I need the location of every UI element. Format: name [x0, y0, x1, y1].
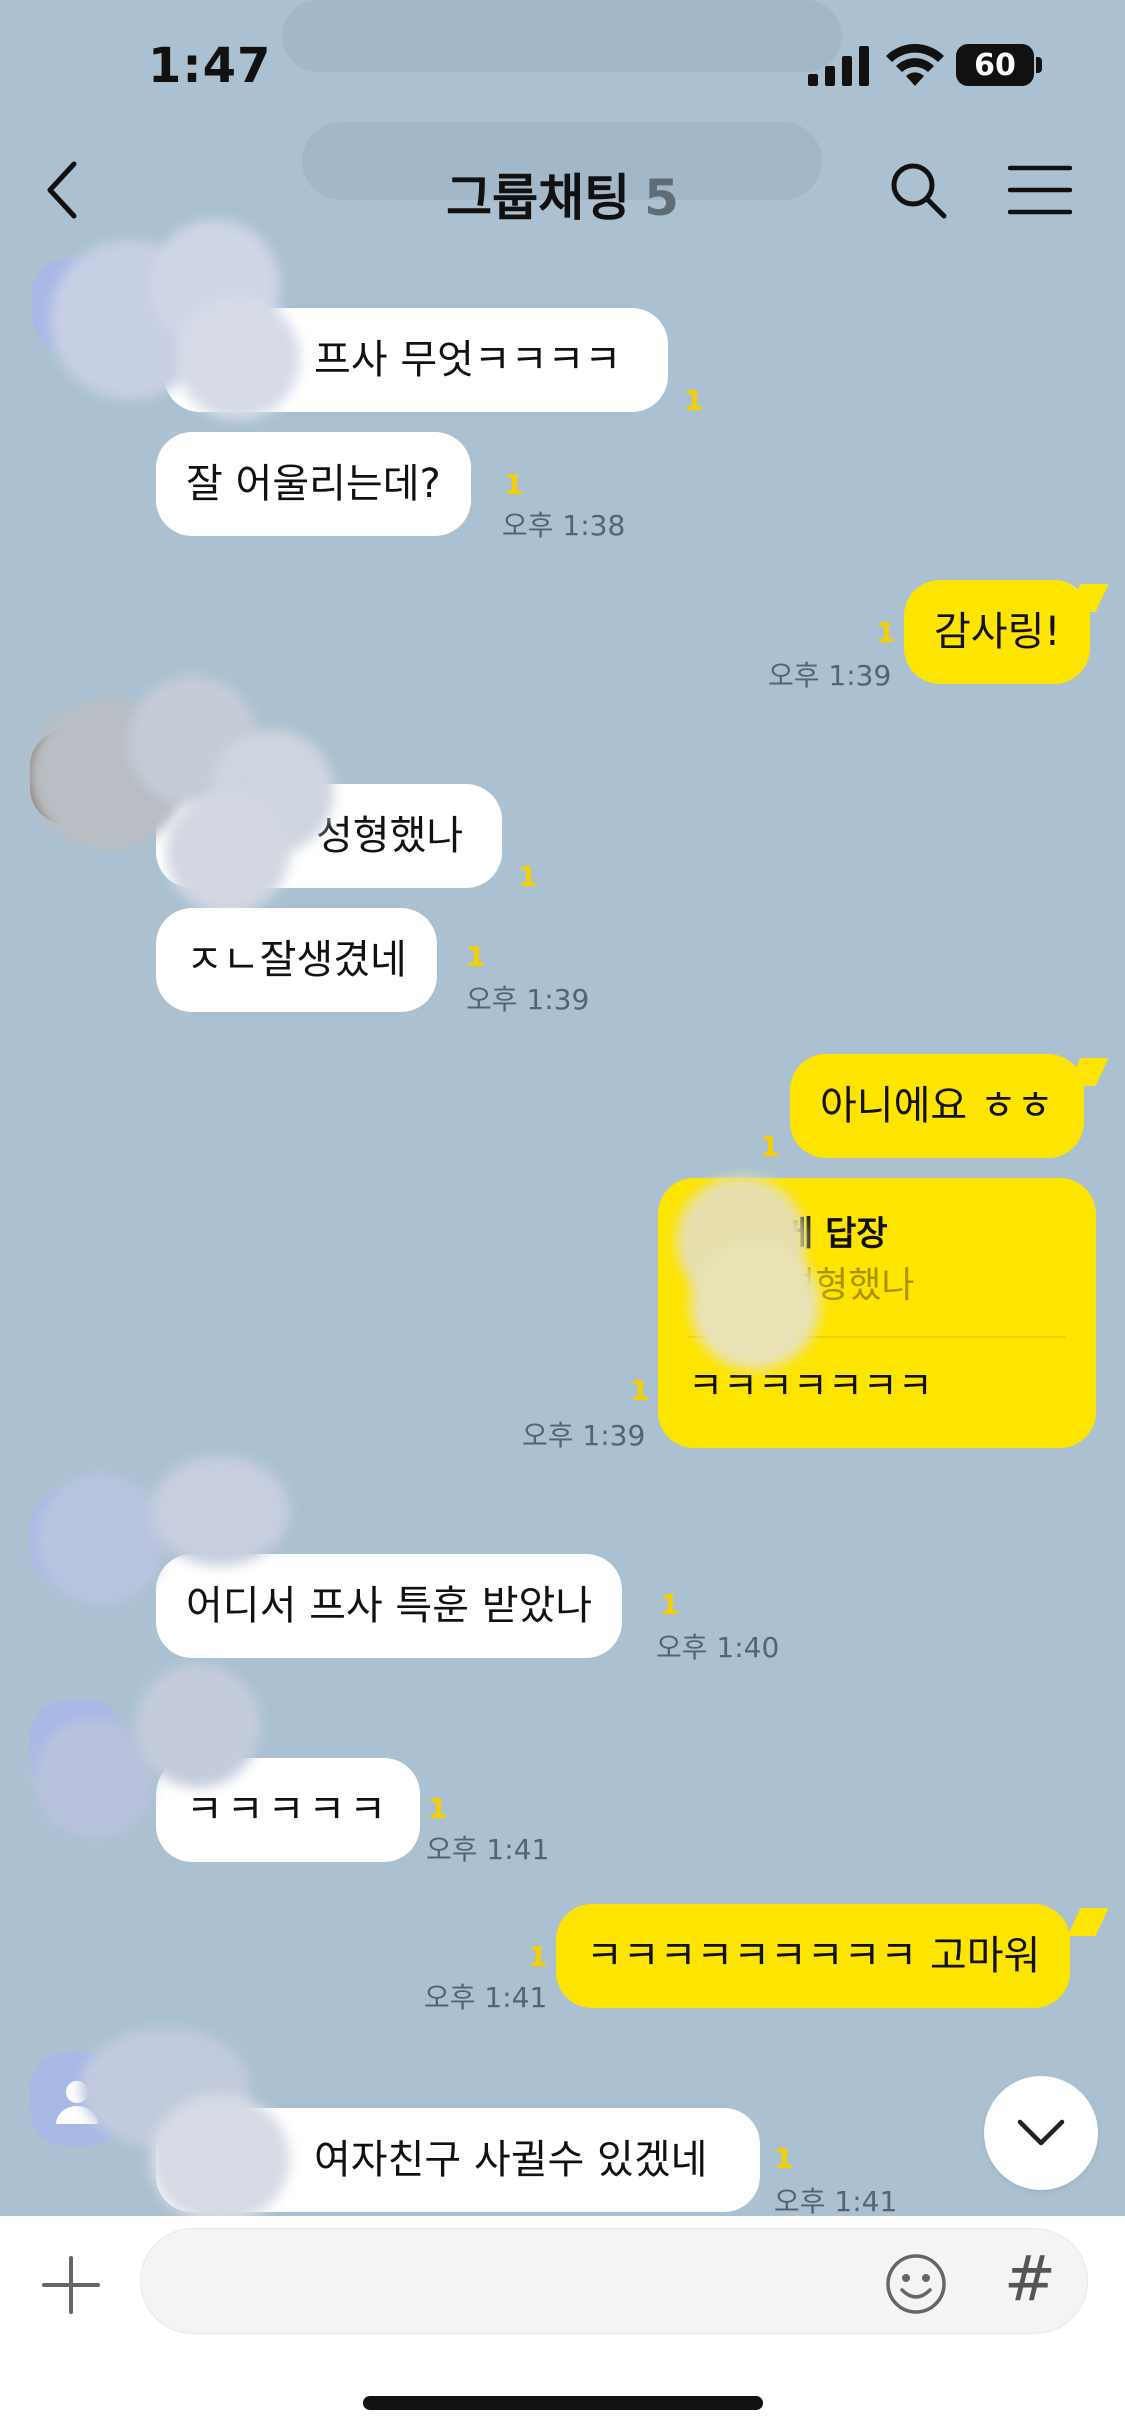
- unread-count: 1: [876, 616, 896, 649]
- message-text: 여자친구 사귈수 있겠네: [314, 2137, 708, 2183]
- unread-count: 1: [504, 468, 524, 501]
- message-time: 오후 1:39: [466, 983, 590, 1016]
- chat-title: 그룹채팅 5: [0, 158, 1125, 230]
- unread-count: 1: [630, 1374, 650, 1407]
- message-text: 아니에요 ㅎㅎ: [820, 1083, 1054, 1129]
- my-message-bubble[interactable]: ㅋㅋㅋㅋㅋㅋㅋㅋㅋ 고마워: [556, 1904, 1071, 2008]
- message-text: ㅋㅋㅋㅋㅋㅋㅋㅋㅋ 고마워: [586, 1933, 1041, 1979]
- message-text: 프사 무엇ㅋㅋㅋㅋ: [314, 337, 622, 383]
- message-bubble[interactable]: ㅈㄴ잘생겼네: [156, 908, 437, 1012]
- wifi-icon: [886, 44, 944, 86]
- unread-count: 1: [684, 384, 704, 417]
- system-notice: [282, 0, 842, 72]
- message-time: 오후 1:38: [502, 509, 626, 542]
- hashtag-icon[interactable]: #: [1004, 2242, 1056, 2315]
- message-time: 오후 1:41: [424, 1981, 548, 2014]
- message-bubble[interactable]: 잘 어울리는데?: [156, 432, 471, 536]
- message-text: ㅈㄴ잘생겼네: [186, 937, 407, 983]
- unread-count: 1: [466, 940, 486, 973]
- chevron-down-icon: [1017, 2119, 1065, 2146]
- unread-count: 1: [528, 1940, 548, 1973]
- message-time: 오후 1:41: [774, 2185, 898, 2218]
- emoji-icon[interactable]: [884, 2252, 948, 2316]
- chat-title-text: 그룹채팅: [446, 169, 631, 227]
- message-time: 오후 1:41: [426, 1833, 550, 1866]
- unread-count: 1: [660, 1588, 680, 1621]
- menu-icon[interactable]: [1008, 162, 1072, 218]
- message-text: 성형했나: [316, 813, 464, 859]
- message-time: 오후 1:40: [656, 1631, 780, 1664]
- status-time: 1:47: [148, 38, 272, 94]
- message-text: 어디서 프사 특훈 받았나: [186, 1583, 593, 1629]
- blurred-sender: [36, 1474, 166, 1604]
- message-time: 오후 1:39: [522, 1419, 646, 1452]
- message-text: 잘 어울리는데?: [186, 461, 441, 507]
- unread-count: 1: [760, 1130, 780, 1163]
- unread-count: 1: [774, 2142, 794, 2175]
- unread-count: 1: [518, 860, 538, 893]
- message-time: 오후 1:39: [768, 659, 892, 692]
- my-message-bubble[interactable]: 아니에요 ㅎㅎ: [790, 1054, 1084, 1158]
- home-indicator: [363, 2396, 763, 2410]
- message-bubble[interactable]: 어디서 프사 특훈 받았나: [156, 1554, 623, 1658]
- member-count: 5: [644, 169, 679, 227]
- plus-icon[interactable]: [40, 2254, 102, 2316]
- message-text: ㅋㅋㅋㅋㅋ: [186, 1787, 390, 1833]
- message-text: 감사링!: [934, 609, 1061, 655]
- signal-icon: [808, 46, 869, 86]
- battery-icon: 60: [956, 44, 1042, 86]
- my-message-bubble[interactable]: 감사링!: [904, 580, 1091, 684]
- battery-level: 60: [956, 44, 1034, 86]
- search-icon[interactable]: [888, 160, 948, 220]
- unread-count: 1: [428, 1792, 448, 1825]
- scroll-to-bottom-button[interactable]: [984, 2076, 1098, 2190]
